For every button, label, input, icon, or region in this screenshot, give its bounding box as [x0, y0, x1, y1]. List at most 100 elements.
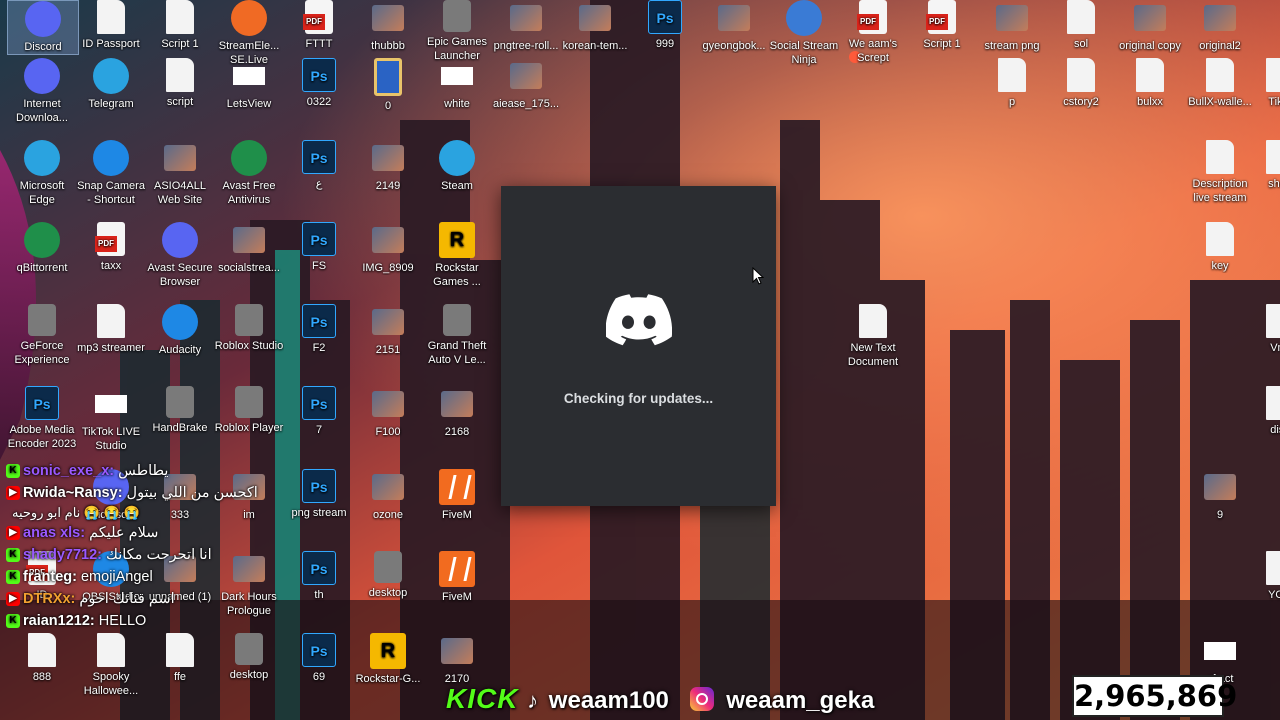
desktop-icon-thubbb[interactable]: thubbb — [353, 0, 423, 53]
desktop-icon-original2[interactable]: original2 — [1185, 0, 1255, 53]
desktop-icon-taxx[interactable]: taxx — [76, 222, 146, 273]
desktop-icon-ps-e[interactable]: Ps ع — [284, 140, 354, 191]
desktop-icon-tikto[interactable]: Tikto — [1245, 58, 1280, 109]
desktop-icon-aiease[interactable]: aiease_175... — [491, 58, 561, 111]
desktop-icon-korean[interactable]: korean-tem... — [560, 0, 630, 53]
desktop-icon-n2170[interactable]: 2170 — [422, 633, 492, 686]
desktop-icon-n2151[interactable]: 2151 — [353, 304, 423, 357]
desktop-icon-ozone[interactable]: ozone — [353, 469, 423, 522]
desktop-icon-disc[interactable]: disc — [1245, 386, 1280, 437]
kick-icon: K — [6, 464, 20, 479]
desktop-icon-gta[interactable]: Grand Theft Auto V Le... — [422, 304, 492, 367]
tiktok-icon: ♪ — [527, 688, 539, 713]
desktop-icon-letsview[interactable]: LetsView — [214, 58, 284, 111]
desktop-icon-cstory2[interactable]: cstory2 — [1046, 58, 1116, 109]
desktop-icon-ps-fs[interactable]: Ps FS — [284, 222, 354, 273]
desktop-icon-shop[interactable]: shop — [1245, 140, 1280, 191]
desktop-icon-stream-png[interactable]: stream png — [977, 0, 1047, 53]
desktop-icon-ps0322[interactable]: Ps 0322 — [284, 58, 354, 109]
desktop-icon-ps-f2[interactable]: Ps F2 — [284, 304, 354, 355]
desktop-icon-telegram[interactable]: Telegram — [76, 58, 146, 111]
desktop-icon-roblox-studio[interactable]: Roblox Studio — [214, 304, 284, 353]
desktop-icon-steam[interactable]: Steam — [422, 140, 492, 193]
desktop-icon-key[interactable]: key — [1185, 222, 1255, 273]
desktop-icon-n888[interactable]: 888 — [7, 633, 77, 684]
mouse-cursor-icon — [752, 267, 764, 285]
desktop-icon-label: gyeongbok... — [702, 40, 766, 52]
desktop-icon-avast-browser[interactable]: Avast Secure Browser — [145, 222, 215, 289]
desktop-icon-ps69[interactable]: Ps 69 — [284, 633, 354, 684]
desktop-icon-ffe[interactable]: ffe — [145, 633, 215, 684]
desktop-icon-qbit[interactable]: qBittorrent — [7, 222, 77, 275]
desktop-icon-p[interactable]: p — [977, 58, 1047, 109]
desktop-icon-script1b[interactable]: Script 1 — [907, 0, 977, 51]
desktop-icon-newtext[interactable]: New Text Document — [838, 304, 908, 369]
desktop-icon-label: thubbb — [371, 40, 405, 52]
desktop-icon-label: Telegram — [88, 98, 134, 110]
desktop-icon-img8909[interactable]: IMG_8909 — [353, 222, 423, 275]
desktop-icon-roblox-player[interactable]: Roblox Player — [214, 386, 284, 435]
idm-icon — [24, 58, 60, 94]
desktop-icon-audacity[interactable]: Audacity — [145, 304, 215, 357]
desktop-icon-idm[interactable]: Internet Downloa... — [7, 58, 77, 125]
desktop-icon-el[interactable]: el — [0, 304, 20, 355]
desktop-icon-weaam-screpts[interactable]: We aam's Scrept — [838, 0, 908, 65]
desktop-icon-pngstream[interactable]: Ps png stream — [284, 469, 354, 520]
social-handles-bar: KICK ♪ weaam100 weaam_geka — [446, 682, 874, 716]
desktop-icon-handbrake[interactable]: HandBrake — [145, 386, 215, 435]
desktop-icon-edge[interactable]: Microsoft Edge — [7, 140, 77, 207]
desktop-icon-epic[interactable]: Epic Games Launcher — [422, 0, 492, 63]
desktop-icon-ssn[interactable]: Social Stream Ninja — [769, 0, 839, 67]
desktop-icon-snapcam[interactable]: Snap Camera - Shortcut — [76, 140, 146, 207]
desktop-icon-mp3[interactable]: mp3 streamer — [76, 304, 146, 355]
desktop-icon-fivem2[interactable]: FiveM — [422, 551, 492, 604]
desktop-icon-rockstar2[interactable]: R Rockstar-G... — [353, 633, 423, 686]
desktop-icon-label: png stream — [291, 507, 347, 519]
desktop-icon-rockstar[interactable]: R Rockstar Games ... — [422, 222, 492, 289]
desktop-icon-hallowee[interactable]: Spooky Hallowee... — [76, 633, 146, 698]
desktop-icon-script1[interactable]: Script 1 — [145, 0, 215, 51]
desktop-icon-script[interactable]: script — [145, 58, 215, 109]
desktop-icon-sol[interactable]: sol — [1046, 0, 1116, 51]
youtube-icon: ▶ — [6, 486, 20, 501]
desktop-icon-label: pngtree-roll... — [493, 40, 559, 52]
desktop-icon-bulxx[interactable]: bulxx — [1115, 58, 1185, 109]
desktop-icon-pngtree[interactable]: pngtree-roll... — [491, 0, 561, 53]
desktop-icon-avast-av[interactable]: Avast Free Antivirus — [214, 140, 284, 207]
desktop-icon-n2149[interactable]: 2149 — [353, 140, 423, 193]
desktop-icon-fivem1[interactable]: FiveM — [422, 469, 492, 522]
desktop-icon-n2168[interactable]: 2168 — [422, 386, 492, 439]
desktop-icon-label: key — [1211, 260, 1229, 272]
desktop-icon-fttt[interactable]: FTTT — [284, 0, 354, 51]
desktop-icon-original-copy[interactable]: original copy — [1115, 0, 1185, 53]
desktop-icon-n9[interactable]: 9 — [1185, 469, 1255, 522]
desktop-icon-n999[interactable]: Ps 999 — [630, 0, 700, 51]
desktop-icon-discord[interactable]: Discord — [7, 0, 79, 55]
desktop-icon-streamelements[interactable]: StreamEle... SE.Live — [214, 0, 284, 67]
desktop-icon-socialstrea[interactable]: socialstrea... — [214, 222, 284, 275]
chat-text: emojiAngel — [80, 569, 153, 585]
desktop-icon-you[interactable]: YOU — [1245, 551, 1280, 602]
desktop-icon-f100[interactable]: F100 — [353, 386, 423, 439]
desktop-icon-id-passport[interactable]: ID Passport — [76, 0, 146, 51]
desktop-icon-th[interactable]: Ps th — [284, 551, 354, 602]
desktop-icon-gyeongbok[interactable]: gyeongbok... — [699, 0, 769, 53]
youtube-icon: ▶ — [6, 526, 20, 541]
me-icon: Ps — [25, 386, 59, 420]
desktop-icon-asio[interactable]: ASIO4ALL Web Site — [145, 140, 215, 207]
discord-updater-window[interactable]: Checking for updates... — [501, 186, 776, 506]
kick-icon: K — [6, 570, 20, 585]
desktop-icon-ps7[interactable]: Ps 7 — [284, 386, 354, 437]
you-icon — [1266, 551, 1280, 585]
desktop-icon-white[interactable]: white — [422, 58, 492, 111]
weaam-screpts-icon — [857, 0, 887, 34]
desktop-icon-desktop1[interactable]: desktop — [353, 551, 423, 600]
desktop-icon-n0[interactable]: 0 — [353, 58, 423, 113]
desktop-icon-me[interactable]: Ps Adobe Media Encoder 2023 — [7, 386, 77, 451]
desktop-icon-label: sol — [1073, 38, 1089, 50]
desktop-icon-vnl[interactable]: VnL — [1245, 304, 1280, 355]
desktop-icon-tiktok-live[interactable]: TikTok LIVE Studio — [76, 386, 146, 453]
desktop-icon-label: el — [0, 341, 20, 355]
desktop-icon-desktop2[interactable]: desktop — [214, 633, 284, 682]
desktop-icon-label: desktop — [229, 669, 269, 681]
